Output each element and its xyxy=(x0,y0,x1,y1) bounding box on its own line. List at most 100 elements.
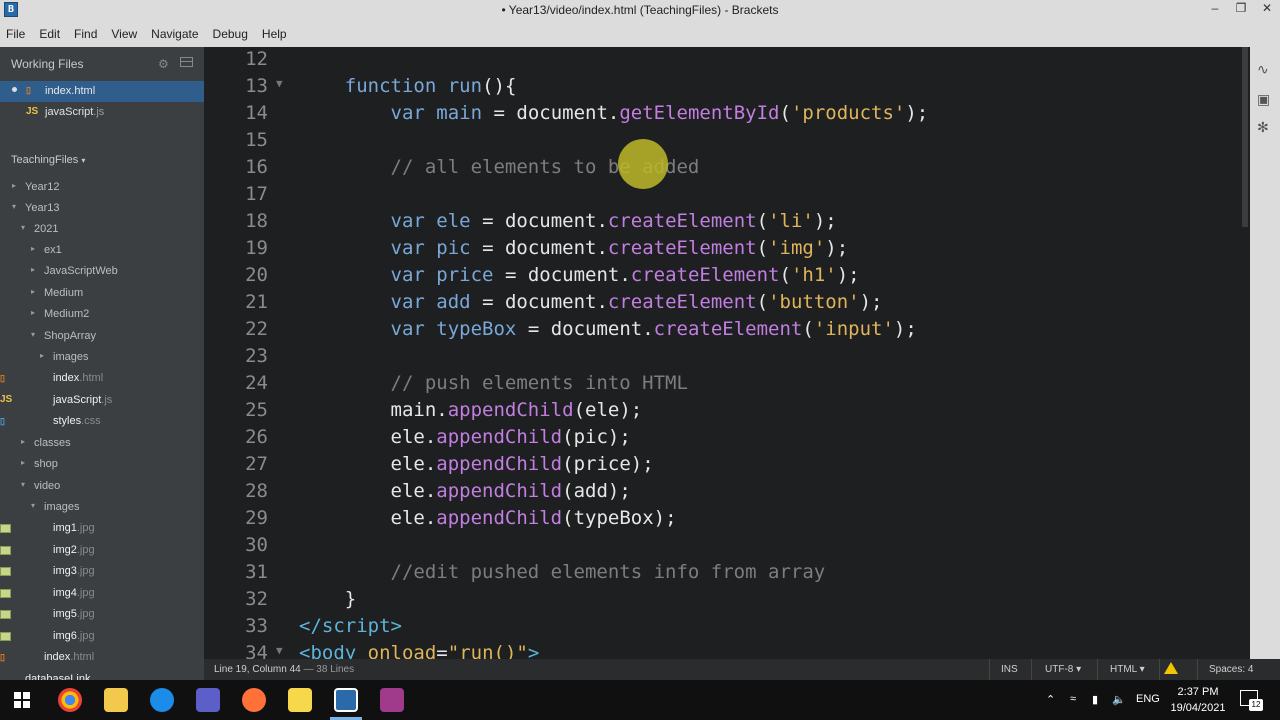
fold-arrow-icon[interactable]: ▼ xyxy=(276,644,283,657)
tree-folder-shoparray[interactable]: ▾ ShopArray xyxy=(0,326,204,347)
menu-find[interactable]: Find xyxy=(74,27,97,41)
tree-folder-shop[interactable]: ▸ shop xyxy=(0,454,204,475)
split-view-icon[interactable] xyxy=(180,57,193,67)
volume-icon[interactable]: 🔈 xyxy=(1112,693,1126,706)
scrollbar-thumb[interactable] xyxy=(1242,47,1248,227)
clock-time: 2:37 PM xyxy=(1177,686,1219,698)
image-file-icon xyxy=(0,567,11,576)
gear-icon[interactable]: ⚙ xyxy=(158,57,169,71)
tree-item-label: databaseLink xyxy=(25,673,91,680)
tree-item-label: index xyxy=(44,651,71,663)
tree-item-databaselink[interactable]: databaseLink xyxy=(0,669,204,680)
menu-file[interactable]: File xyxy=(6,27,25,41)
image-file-icon xyxy=(0,589,11,598)
menu-debug[interactable]: Debug xyxy=(213,27,248,41)
tree-folder-images[interactable]: ▸ images xyxy=(0,347,204,368)
editor-scrollbar[interactable] xyxy=(1240,47,1250,659)
working-file-ext: .js xyxy=(93,106,105,118)
code-text: main.appendChild(ele); xyxy=(299,399,643,421)
working-file-javascript-js[interactable]: JS javaScript.js xyxy=(0,102,204,123)
tree-file-index-html[interactable]: ▯ index.html xyxy=(0,368,204,389)
line-number: 21 xyxy=(245,291,268,313)
chevron-right-icon: ▸ xyxy=(31,287,36,296)
battery-icon[interactable]: ▮ xyxy=(1092,693,1098,706)
extension-manager-icon[interactable]: ▣ xyxy=(1257,91,1270,108)
minimize-icon[interactable]: – xyxy=(1202,0,1228,20)
code-text: var typeBox = document.createElement('in… xyxy=(390,318,917,340)
fold-arrow-icon[interactable]: ▼ xyxy=(276,77,283,90)
maximize-icon[interactable]: ❐ xyxy=(1228,0,1254,20)
menu-bar: File Edit Find View Navigate Debug Help xyxy=(0,20,1280,47)
code-editor[interactable]: 12 13 ▼ function run(){ 14 var main = doc… xyxy=(204,47,1240,659)
line-number: 13 xyxy=(245,75,268,97)
tree-item-label: Year12 xyxy=(25,181,60,193)
warning-icon[interactable] xyxy=(1164,662,1178,674)
language-indicator[interactable]: ENG xyxy=(1136,693,1160,705)
tree-folder-images[interactable]: ▾ images xyxy=(0,497,204,518)
tree-item-label: img5 xyxy=(53,608,77,620)
brackets-taskbar-icon[interactable] xyxy=(334,688,358,712)
firefox-icon[interactable] xyxy=(242,688,266,712)
menu-view[interactable]: View xyxy=(111,27,137,41)
wifi-icon[interactable]: ≈ xyxy=(1070,693,1076,705)
tree-file-styles-css[interactable]: ▯ styles.css xyxy=(0,411,204,432)
clock-date: 19/04/2021 xyxy=(1170,702,1226,714)
tree-folder-javascriptweb[interactable]: ▸ JavaScriptWeb xyxy=(0,261,204,282)
tree-folder-classes[interactable]: ▸ classes xyxy=(0,433,204,454)
chevron-up-icon[interactable]: ⌃ xyxy=(1046,693,1055,706)
tree-item-label: img6 xyxy=(53,630,77,642)
encoding-select[interactable]: UTF-8 ▾ xyxy=(1045,664,1081,675)
tree-item-ext: .html xyxy=(70,651,95,663)
html5-icon: ▯ xyxy=(0,373,5,383)
insert-mode[interactable]: INS xyxy=(1001,664,1018,675)
tree-folder-year12[interactable]: ▸ Year12 xyxy=(0,177,204,198)
clock[interactable]: 2:37 PM 19/04/2021 xyxy=(1160,684,1236,716)
line-number: 27 xyxy=(245,453,268,475)
tree-item-ext: .jpg xyxy=(76,587,95,599)
code-line: 19 var pic = document.createElement('img… xyxy=(204,236,1240,263)
tree-folder-medium2[interactable]: ▸ Medium2 xyxy=(0,304,204,325)
live-preview-icon[interactable]: ∿ xyxy=(1257,61,1269,78)
tree-folder-medium[interactable]: ▸ Medium xyxy=(0,283,204,304)
sticky-notes-icon[interactable] xyxy=(288,688,312,712)
tree-file-img1[interactable]: img1.jpg xyxy=(0,518,204,539)
tree-file-index-html[interactable]: ▯ index.html xyxy=(0,647,204,668)
line-number: 34 xyxy=(245,642,268,659)
tree-file-img3[interactable]: img3.jpg xyxy=(0,561,204,582)
tools-icon[interactable]: ✻ xyxy=(1257,119,1269,136)
line-number: 18 xyxy=(245,210,268,232)
edge-icon[interactable] xyxy=(150,688,174,712)
working-files-title: Working Files xyxy=(11,57,84,71)
tree-folder-2021[interactable]: ▾ 2021 xyxy=(0,219,204,240)
project-title[interactable]: TeachingFiles ▾ xyxy=(11,154,85,166)
tree-folder-video[interactable]: ▾ video xyxy=(0,476,204,497)
tree-item-label: ShopArray xyxy=(44,330,96,342)
chrome-icon[interactable] xyxy=(58,688,82,712)
tree-file-img5[interactable]: img5.jpg xyxy=(0,604,204,625)
teams-icon[interactable] xyxy=(196,688,220,712)
tree-file-img4[interactable]: img4.jpg xyxy=(0,583,204,604)
language-select[interactable]: HTML ▾ xyxy=(1110,664,1145,675)
code-line: 31 //edit pushed elements info from arra… xyxy=(204,560,1240,587)
tree-folder-ex1[interactable]: ▸ ex1 xyxy=(0,240,204,261)
menu-edit[interactable]: Edit xyxy=(39,27,60,41)
indent-spaces[interactable]: Spaces: 4 xyxy=(1209,664,1253,675)
tree-item-label: video xyxy=(34,480,61,492)
file-explorer-icon[interactable] xyxy=(104,688,128,712)
screen-recorder-icon[interactable] xyxy=(380,688,404,712)
taskbar: ⌃ ≈ ▮ 🔈 ENG 2:37 PM 19/04/2021 12 xyxy=(0,680,1280,720)
code-line: 17 xyxy=(204,182,1240,209)
tree-file-img2[interactable]: img2.jpg xyxy=(0,540,204,561)
css3-icon: ▯ xyxy=(0,416,5,426)
windows-start-icon[interactable] xyxy=(14,692,30,708)
menu-help[interactable]: Help xyxy=(262,27,287,41)
tree-item-label: styles xyxy=(53,415,82,427)
chevron-right-icon: ▸ xyxy=(31,265,36,274)
close-icon[interactable]: ✕ xyxy=(1254,0,1280,20)
tree-folder-year13[interactable]: ▾ Year13 xyxy=(0,198,204,219)
tree-file-javascript-js[interactable]: JS javaScript.js xyxy=(0,390,204,411)
tree-item-label: 2021 xyxy=(34,223,59,235)
tree-file-img6[interactable]: img6.jpg xyxy=(0,626,204,647)
menu-navigate[interactable]: Navigate xyxy=(151,27,198,41)
working-file-index-html[interactable]: ▯ index.html xyxy=(0,81,204,102)
